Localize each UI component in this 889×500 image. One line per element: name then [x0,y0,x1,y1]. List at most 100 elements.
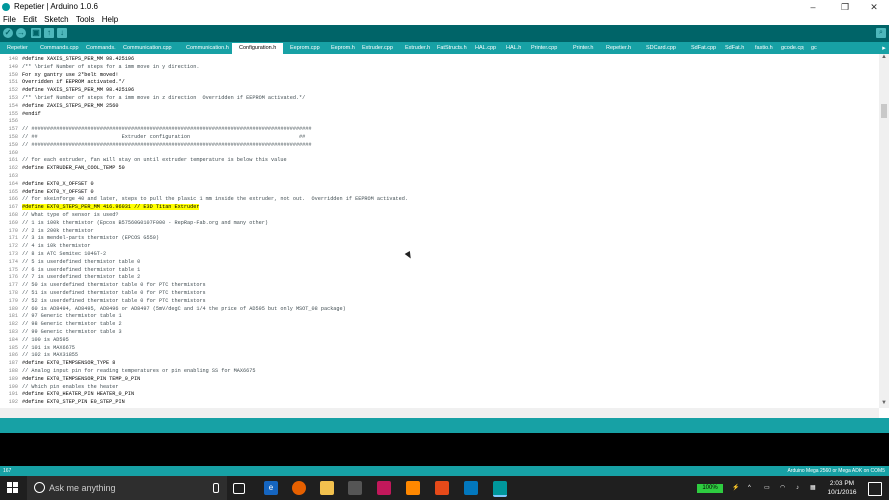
code-line[interactable]: 159 // ##################################… [0,142,312,150]
code-line[interactable]: 152 #define YAXIS_STEPS_PER_MM 98.425196 [0,87,134,95]
new-sketch-button[interactable]: ▣ [31,28,41,38]
code-line[interactable]: 179 // 52 is userdefined thermistor table… [0,298,206,306]
tab-sdcard-cpp[interactable]: SDCard.cpp [639,43,684,54]
open-button[interactable]: ↑ [44,28,54,38]
code-line[interactable]: 155 #endif [0,111,41,119]
windows-start-icon[interactable] [7,482,19,494]
volume-icon[interactable]: ♪ [796,476,799,500]
tab-sdfat-cpp[interactable]: SdFat.cpp [684,43,718,54]
tab-gco[interactable]: gco [804,43,817,54]
code-line[interactable]: 185 // 101 is MAX6675 [0,345,75,353]
cortana-search-box[interactable]: Ask me anything [27,476,227,500]
code-line[interactable]: 186 // 102 is MAX31855 [0,352,78,360]
battery-indicator[interactable]: 100% [697,484,723,493]
menu-edit[interactable]: Edit [23,15,37,24]
code-line[interactable]: 177 // 50 is userdefined thermistor table… [0,282,206,290]
edge-browser-icon[interactable]: e [264,481,278,495]
system-clock[interactable]: 2:03 PM 10/1/2016 [822,479,862,497]
firefox-icon[interactable] [292,481,306,495]
tab-repetier[interactable]: Repetier [0,43,33,54]
horizontal-scrollbar[interactable] [0,408,879,418]
code-line[interactable]: 169 // 1 is 100k thermistor (Epcos B57560… [0,220,268,228]
scroll-up-icon[interactable]: ▲ [879,54,889,62]
code-editor[interactable]: 148 #define XAXIS_STEPS_PER_MM 98.425196 1… [0,54,879,408]
tab-fatstructs-h[interactable]: FatStructs.h [430,43,468,54]
code-line[interactable]: 191 #define EXT0_HEATER_PIN HEATER_0_PIN [0,391,134,399]
tab-commands-h[interactable]: Commands.h [79,43,116,54]
code-line[interactable]: 167 #define EXT0_STEPS_PER_MM 416.96031 /… [0,204,200,212]
code-line[interactable]: 149 /** \brief Number of steps for a 1mm … [0,64,200,72]
tab-hal-cpp[interactable]: HAL.cpp [468,43,499,54]
code-line[interactable]: 188 // Analog input pin for reading tempe… [0,368,256,376]
code-line[interactable]: 170 // 2 is 200k thermistor [0,228,94,236]
serial-monitor-button[interactable]: ⌕ [876,28,886,38]
code-line[interactable]: 154 #define ZAXIS_STEPS_PER_MM 2560 [0,103,119,111]
code-line[interactable]: 161 // for each extruder, fan will stay o… [0,157,287,165]
tab-configuration-h[interactable]: Configuration.h [232,43,283,54]
code-line[interactable]: 151 Overridden if EEPROM activated.*/ [0,79,125,87]
code-line[interactable]: 150 For xy gantry use 2*belt moved! [0,72,119,80]
tab-sdfat-h[interactable]: SdFat.h [718,43,748,54]
app-icon[interactable] [377,481,391,495]
tab-gcode-cpp[interactable]: gcode.cpp [774,43,804,54]
tab-eeprom-h[interactable]: Eeprom.h [324,43,355,54]
tab-repetier-h[interactable]: Repetier.h [599,43,639,54]
menu-file[interactable]: File [3,15,16,24]
arduino-taskbar-icon[interactable] [493,481,507,497]
tab-extruder-h[interactable]: Extruder.h [398,43,430,54]
code-line[interactable]: 187 #define EXT0_TEMPSENSOR_TYPE 8 [0,360,116,368]
code-line[interactable]: 166 // for skeinforge 40 and later, steps… [0,196,408,204]
notification-center-icon[interactable] [868,482,882,496]
tab-commands-cpp[interactable]: Commands.cpp [33,43,79,54]
save-button[interactable]: ↓ [57,28,67,38]
code-line[interactable]: 178 // 51 is userdefined thermistor table… [0,290,206,298]
code-line[interactable]: 182 // 98 Generic thermistor table 2 [0,321,122,329]
code-line[interactable]: 148 #define XAXIS_STEPS_PER_MM 98.425196 [0,56,134,64]
tray-up-icon[interactable]: ^ [748,476,751,500]
language-icon[interactable]: ▦ [810,476,816,500]
code-line[interactable]: 184 // 100 is AD595 [0,337,69,345]
code-line[interactable]: 190 // Which pin enables the heater [0,384,119,392]
scroll-thumb[interactable] [881,104,887,118]
code-line[interactable]: 173 // 8 is ATC Semitec 104GT-2 [0,251,106,259]
vlc-icon[interactable] [406,481,420,495]
tab-communication-cpp[interactable]: Communication.cpp [116,43,179,54]
verify-button[interactable]: ✓ [3,28,13,38]
file-explorer-icon[interactable] [320,481,334,495]
close-button[interactable]: ✕ [859,0,889,14]
tab-printer-h[interactable]: Printer.h [566,43,599,54]
pdf-icon[interactable] [435,481,449,495]
task-view-icon[interactable] [233,483,245,494]
code-line[interactable]: 163 [0,173,22,181]
minimize-button[interactable]: – [798,0,828,14]
tab-more-icon[interactable]: ▸ [879,43,889,54]
code-line[interactable]: 183 // 99 Generic thermistor table 3 [0,329,122,337]
code-line[interactable]: 158 // ## Extruder configuration ## [0,134,306,142]
code-line[interactable]: 160 [0,150,22,158]
code-line[interactable]: 181 // 97 Generic thermistor table 1 [0,313,122,321]
tab-extruder-cpp[interactable]: Extruder.cpp [355,43,398,54]
battery-icon[interactable]: ▭ [764,476,770,500]
code-line[interactable]: 171 // 3 is mendel-parts thermistor (EPCO… [0,235,159,243]
scroll-down-icon[interactable]: ▼ [879,400,889,408]
tab-printer-cpp[interactable]: Printer.cpp [524,43,566,54]
code-line[interactable]: 164 #define EXT0_X_OFFSET 0 [0,181,94,189]
code-line[interactable]: 165 #define EXT0_Y_OFFSET 0 [0,189,94,197]
menu-sketch[interactable]: Sketch [44,15,68,24]
code-line[interactable]: 175 // 6 is userdefined thermistor table … [0,267,141,275]
tab-fastio-h[interactable]: fastio.h [748,43,774,54]
microphone-icon[interactable] [213,483,219,493]
network-icon[interactable]: ◠ [780,476,785,500]
code-line[interactable]: 172 // 4 is 10k thermistor [0,243,91,251]
code-line[interactable]: 162 #define EXTRUDER_FAN_COOL_TEMP 50 [0,165,125,173]
menu-tools[interactable]: Tools [76,15,95,24]
code-line[interactable]: 153 /** \brief Number of steps for a 1mm … [0,95,306,103]
menu-help[interactable]: Help [102,15,118,24]
code-line[interactable]: 168 // What type of sensor is used? [0,212,119,220]
code-line[interactable]: 156 [0,118,22,126]
code-line[interactable]: 176 // 7 is userdefined thermistor table … [0,274,141,282]
code-line[interactable]: 174 // 5 is userdefined thermistor table … [0,259,141,267]
vertical-scrollbar[interactable]: ▲ ▼ [879,54,889,408]
store-icon[interactable] [348,481,362,495]
mc-app-icon[interactable] [464,481,478,495]
